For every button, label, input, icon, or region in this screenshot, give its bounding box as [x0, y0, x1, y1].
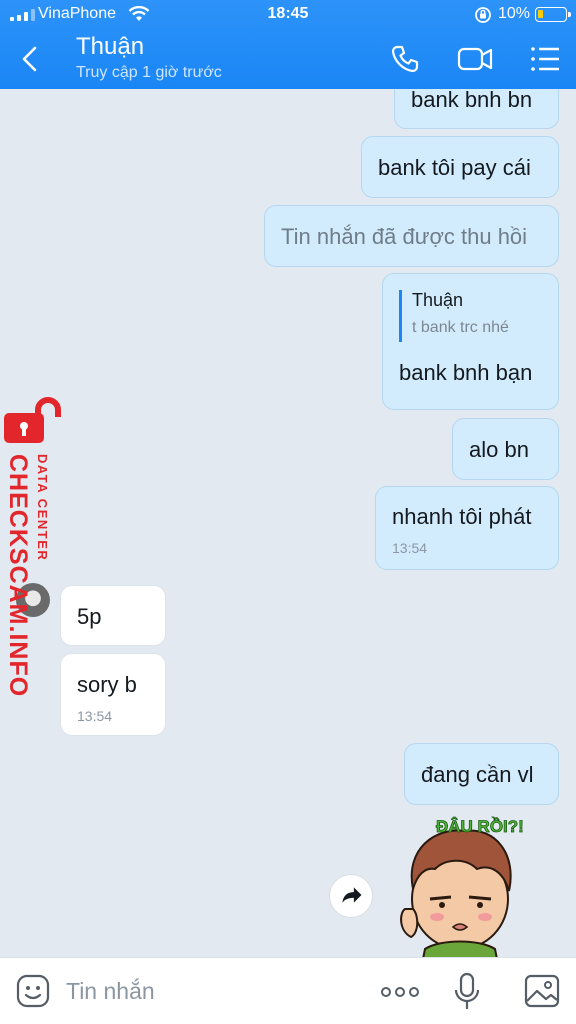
- back-arrow-icon[interactable]: [14, 42, 48, 76]
- message-text: bank bnh bn: [411, 89, 533, 112]
- status-bar: VinaPhone 18:45 10%: [0, 0, 576, 30]
- share-forward-icon[interactable]: [329, 874, 373, 918]
- message-text: bank tôi pay cái: [378, 155, 531, 180]
- quoted-sender: Thuận: [412, 290, 464, 310]
- message-bubble-received[interactable]: sory b 13:54: [60, 653, 166, 736]
- contact-name[interactable]: Thuận: [76, 33, 144, 61]
- quoted-text: t bank trc nhé: [412, 319, 509, 336]
- chat-header: VinaPhone 18:45 10% Thuận Truy cập 1 giờ…: [0, 0, 576, 89]
- chat-area[interactable]: bank bnh bn bank tôi pay cái Tin nhắn đã…: [0, 89, 576, 957]
- message-text: alo bn: [469, 437, 529, 462]
- last-seen-status: Truy cập 1 giờ trước: [76, 64, 222, 81]
- message-text: bank bnh bạn: [399, 360, 533, 385]
- lock-logo-icon: [4, 397, 61, 443]
- message-text: 5p: [77, 604, 102, 629]
- message-input[interactable]: Tin nhắn: [66, 978, 155, 1005]
- video-call-icon[interactable]: [456, 42, 494, 76]
- recalled-message-text: Tin nhắn đã được thu hồi: [281, 224, 528, 249]
- more-options-icon[interactable]: [380, 980, 420, 1004]
- message-composer: Tin nhắn: [0, 957, 576, 1024]
- reply-message-bubble[interactable]: Thuận t bank trc nhé bank bnh bạn: [382, 273, 559, 410]
- battery-percent: 10%: [498, 5, 531, 22]
- microphone-icon[interactable]: [454, 972, 480, 1012]
- message-bubble-sent[interactable]: alo bn: [452, 418, 559, 480]
- quoted-message[interactable]: Thuận t bank trc nhé: [399, 290, 509, 342]
- message-bubble-received[interactable]: 5p: [60, 585, 166, 646]
- message-bubble-sent[interactable]: bank bnh bn: [394, 89, 559, 129]
- message-bubble-sent[interactable]: nhanh tôi phát 13:54: [375, 486, 559, 570]
- image-gallery-icon[interactable]: [524, 974, 560, 1008]
- emoji-icon[interactable]: [16, 974, 50, 1008]
- phone-call-icon[interactable]: [388, 42, 422, 76]
- message-text: đang cần vl: [421, 762, 534, 787]
- sticker-caption: ĐÂU RỒI?!: [436, 817, 525, 837]
- watermark-subtext: DATA CENTER: [35, 454, 50, 562]
- recalled-message-bubble[interactable]: Tin nhắn đã được thu hồi: [264, 205, 559, 267]
- message-timestamp: 13:54: [392, 540, 428, 556]
- rotation-lock-icon: [475, 7, 491, 23]
- message-text: nhanh tôi phát: [392, 504, 532, 529]
- message-text: sory b: [77, 672, 137, 697]
- menu-list-icon[interactable]: [528, 42, 562, 76]
- message-bubble-sent[interactable]: bank tôi pay cái: [361, 136, 559, 198]
- watermark-brand: CHECKSCAM.INFO: [4, 454, 32, 698]
- battery-icon: [535, 7, 571, 22]
- message-timestamp: 13:54: [77, 708, 113, 724]
- message-bubble-sent[interactable]: đang cần vl: [404, 743, 559, 805]
